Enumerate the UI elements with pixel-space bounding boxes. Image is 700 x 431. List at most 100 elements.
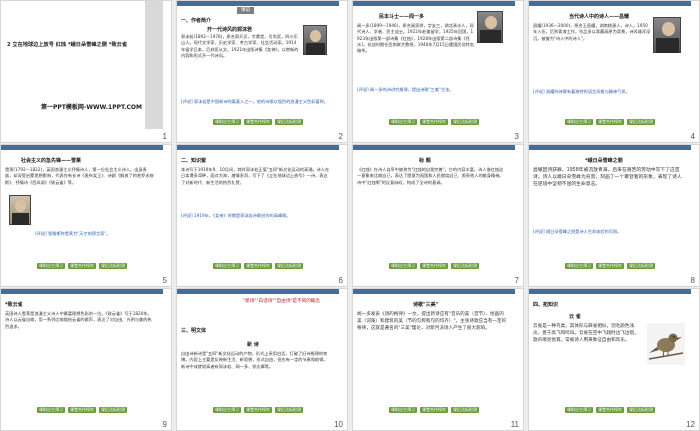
footer-btn-1: 课前自主预习 <box>37 407 65 413</box>
slide-thumbnail-1[interactable]: 2 立在地球边上放号 红烛 *峨日朵雪峰之侧 *致云雀 第一PPT模板网-WWW… <box>0 0 172 143</box>
slide-top-stripe <box>529 289 691 294</box>
slide-tag: 课前 <box>237 7 254 14</box>
slide-canvas: 当代诗人中的诗人——昌耀 昌耀(1936—2000)，原名王昌耀，湖南桃源人，诗… <box>529 1 691 129</box>
slide-thumbnail-11[interactable]: 诗歌"三美" 闻一多发表《诗的格律》一文，提出新诗应有"音乐的美（音节）、绘画的… <box>352 288 524 431</box>
slide-body: 自由诗新诗是"五四"新文化运动的产物，形式上采用白话，打破了旧诗格律的束缚。内容… <box>181 351 328 369</box>
slide-top-stripe <box>353 1 515 6</box>
slide-number: 8 <box>688 276 697 285</box>
slide-heading: 新 诗 <box>247 342 259 348</box>
footer-btn-2: 课堂合作探究 <box>244 119 272 125</box>
footer-btn-2: 课堂合作探究 <box>596 263 624 269</box>
slide-canvas: 诗歌"三美" 闻一多发表《诗的格律》一文，提出新诗应有"音乐的美（音节）、绘画的… <box>353 289 515 417</box>
footer-btn-2: 课堂合作探究 <box>244 407 272 413</box>
slide-canvas: 三、明文体 "新诗""白话诗""自由诗"是不同的概念 新 诗 自由诗新诗是"五四… <box>177 289 339 417</box>
slide-thumbnail-8[interactable]: *峨日朵雪峰之侧 昌耀因诗获罪，1958年被流放青海，后来在艰苦的劳动中写下了这… <box>528 144 700 287</box>
slide-footer-nav: 课前自主预习 课堂合作探究 课后达标检测 <box>389 119 479 126</box>
slide-heading: 诗歌"三美" <box>413 302 439 308</box>
footer-btn-1: 课前自主预习 <box>213 407 241 413</box>
slide-canvas: 二、知识窗 本诗写于1919年9、10月间，其时郭沫若正值"五四"新文化运动的高… <box>177 145 339 273</box>
slide-body: 英国诗人雪莱是浪漫主义诗人中最富理想色彩的一位。《致云雀》写于1820年，诗人以… <box>5 311 152 329</box>
slide-top-stripe <box>177 1 339 6</box>
footer-btn-3: 课后达标检测 <box>275 119 303 125</box>
slide-footer-nav: 课前自主预习 课堂合作探究 课后达标检测 <box>565 119 655 126</box>
slide-number: 6 <box>336 276 345 285</box>
slide-body: 《红烛》在诗人自序中被称为"红烛的自我完善"。它的内容丰富，诗人借红烛这一意象来… <box>357 167 504 185</box>
slide-heading: 当代诗人中的诗人——昌耀 <box>569 14 630 20</box>
slide-heading: *峨日朵雪峰之侧 <box>585 158 623 164</box>
footer-btn-1: 课前自主预习 <box>213 263 241 269</box>
slide-thumbnail-3[interactable]: 民本斗士——闻一多 闻一多(1899—1946)，原名闻家骅，字友三，湖北浠水人… <box>352 0 524 143</box>
slide-top-stripe <box>177 145 339 150</box>
footer-btn-1: 课前自主预习 <box>565 119 593 125</box>
slide-number: 12 <box>684 420 697 429</box>
slide-canvas: 四、拓知识 云 雀 云雀是一种鸟类，其体形与麻雀相似，羽毛颜色浅淡，善于高飞和鸣… <box>529 289 691 417</box>
slide-top-stripe <box>353 289 515 294</box>
slide-thumbnail-2[interactable]: 课前 一、作者简介 开一代诗风的郭沫若 郭沫若(1892—1978)，原名郭开贞… <box>176 0 348 143</box>
slide-heading: 社会主义的急先锋——雪莱 <box>21 158 82 164</box>
slide-footer-nav: 课前自主预习 课堂合作探究 课后达标检测 <box>37 263 127 270</box>
slide-number: 11 <box>508 420 521 429</box>
footer-btn-3: 课后达标检测 <box>275 407 303 413</box>
slide-thumbnail-10[interactable]: 三、明文体 "新诗""白话诗""自由诗"是不同的概念 新 诗 自由诗新诗是"五四… <box>176 288 348 431</box>
slide-thumbnail-4[interactable]: 当代诗人中的诗人——昌耀 昌耀(1936—2000)，原名王昌耀，湖南桃源人，诗… <box>528 0 700 143</box>
footer-btn-1: 课前自主预习 <box>565 407 593 413</box>
author-photo <box>477 11 503 43</box>
slide-thumbnail-12[interactable]: 四、拓知识 云 雀 云雀是一种鸟类，其体形与麻雀相似，羽毛颜色浅淡，善于高飞和鸣… <box>528 288 700 431</box>
slide-top-stripe <box>529 145 691 150</box>
slide-number: 3 <box>512 132 521 141</box>
slide-heading: 民本斗士——闻一多 <box>379 14 425 20</box>
footer-btn-3: 课后达标检测 <box>275 263 303 269</box>
slide-footer-nav: 课前自主预习 课堂合作探究 课后达标检测 <box>213 263 303 270</box>
footer-btn-1: 课前自主预习 <box>213 119 241 125</box>
slide-logo-text: 第一PPT模板网-WWW.1PPT.COM <box>41 104 142 111</box>
slide-title: 2 立在地球边上放号 红烛 *峨日朵雪峰之侧 *致云雀 <box>7 42 128 48</box>
footer-btn-2: 课堂合作探究 <box>420 407 448 413</box>
slide-footer-nav: 课前自主预习 课堂合作探究 课后达标检测 <box>389 407 479 414</box>
footer-btn-1: 课前自主预习 <box>389 263 417 269</box>
slide-canvas: 民本斗士——闻一多 闻一多(1899—1946)，原名闻家骅，字友三，湖北浠水人… <box>353 1 515 129</box>
slide-thumbnail-6[interactable]: 二、知识窗 本诗写于1919年9、10月间，其时郭沫若正值"五四"新文化运动的高… <box>176 144 348 287</box>
slide-top-stripe <box>177 289 339 294</box>
slide-number: 1 <box>160 132 169 141</box>
footer-btn-3: 课后达标检测 <box>99 407 127 413</box>
slide-canvas: 课前 一、作者简介 开一代诗风的郭沫若 郭沫若(1892—1978)，原名郭开贞… <box>177 1 339 129</box>
footer-btn-3: 课后达标检测 <box>451 263 479 269</box>
slide-heading: 开一代诗风的郭沫若 <box>207 27 253 33</box>
footer-btn-3: 课后达标检测 <box>627 407 655 413</box>
footer-btn-2: 课堂合作探究 <box>68 407 96 413</box>
footer-btn-3: 课后达标检测 <box>451 407 479 413</box>
slide-footer-nav: 课前自主预习 课堂合作探究 课后达标检测 <box>37 407 127 414</box>
footer-btn-2: 课堂合作探究 <box>420 119 448 125</box>
slide-body: 本诗写于1919年9、10月间，其时郭沫若正值"五四"新文化运动的高潮。诗人在日… <box>181 167 330 185</box>
slide-banner: "新诗""白话诗""自由诗"是不同的概念 <box>243 299 320 304</box>
slide-thumbnail-9[interactable]: *致云雀 英国诗人雪莱是浪漫主义诗人中最富理想色彩的一位。《致云雀》写于1820… <box>0 288 172 431</box>
slide-body: 昌耀因诗获罪，1958年被流放青海，后来在艰苦的劳动中写下了这首诗。诗人以峨日朵… <box>533 168 682 188</box>
slide-canvas: *致云雀 英国诗人雪莱是浪漫主义诗人中最富理想色彩的一位。《致云雀》写于1820… <box>1 289 163 417</box>
slide-note: [评说] 郭沫若是中国新诗的奠基人之一，他的诗歌以强烈的浪漫主义色彩著称。 <box>181 99 328 104</box>
footer-btn-2: 课堂合作探究 <box>596 407 624 413</box>
slide-top-stripe <box>1 289 163 294</box>
slide-number: 5 <box>160 276 169 285</box>
footer-btn-2: 课堂合作探究 <box>596 119 624 125</box>
slide-thumbnail-5[interactable]: 社会主义的急先锋——雪莱 雪莱(1792—1822)，英国浪漫主义抒情诗人，第一… <box>0 144 172 287</box>
slide-note: [评说] 1919年，《女神》时期是郭沫若诗歌创作的高峰期。 <box>181 213 291 218</box>
slide-body: 闻一多(1899—1946)，原名闻家骅，字友三，湖北浠水人，现代诗人、学者、民… <box>357 23 475 54</box>
footer-btn-2: 课堂合作探究 <box>244 263 272 269</box>
footer-btn-2: 课堂合作探究 <box>68 263 96 269</box>
slide-footer-nav: 课前自主预习 课堂合作探究 课后达标检测 <box>213 119 303 126</box>
slide-canvas: 社会主义的急先锋——雪莱 雪莱(1792—1822)，英国浪漫主义抒情诗人，第一… <box>1 145 163 273</box>
footer-btn-1: 课前自主预习 <box>389 407 417 413</box>
author-photo <box>653 17 681 53</box>
author-portrait <box>9 195 31 225</box>
slide-body: 雪莱(1792—1822)，英国浪漫主义抒情诗人，第一位社会主义诗人。出身贵族，… <box>5 167 154 185</box>
slide-body: 昌耀(1936—2000)，原名王昌耀，湖南桃源人，诗人。1950年入伍，后到青… <box>533 23 651 41</box>
slide-footer-nav: 课前自主预习 课堂合作探究 课后达标检测 <box>565 263 655 270</box>
slide-footer-nav: 课前自主预习 课堂合作探究 课后达标检测 <box>565 407 655 414</box>
slide-footer-nav: 课前自主预习 课堂合作探究 课后达标检测 <box>213 407 303 414</box>
slide-top-stripe <box>529 1 691 6</box>
slide-number: 9 <box>160 420 169 429</box>
section-heading: 二、知识窗 <box>181 158 207 164</box>
slide-thumbnail-7[interactable]: 标 题 《红烛》在诗人自序中被称为"红烛的自我完善"。它的内容丰富，诗人借红烛这… <box>352 144 524 287</box>
slide-note: [评说] 恩格斯称雪莱为"天才的预言家"。 <box>35 231 111 236</box>
slide-number: 7 <box>512 276 521 285</box>
